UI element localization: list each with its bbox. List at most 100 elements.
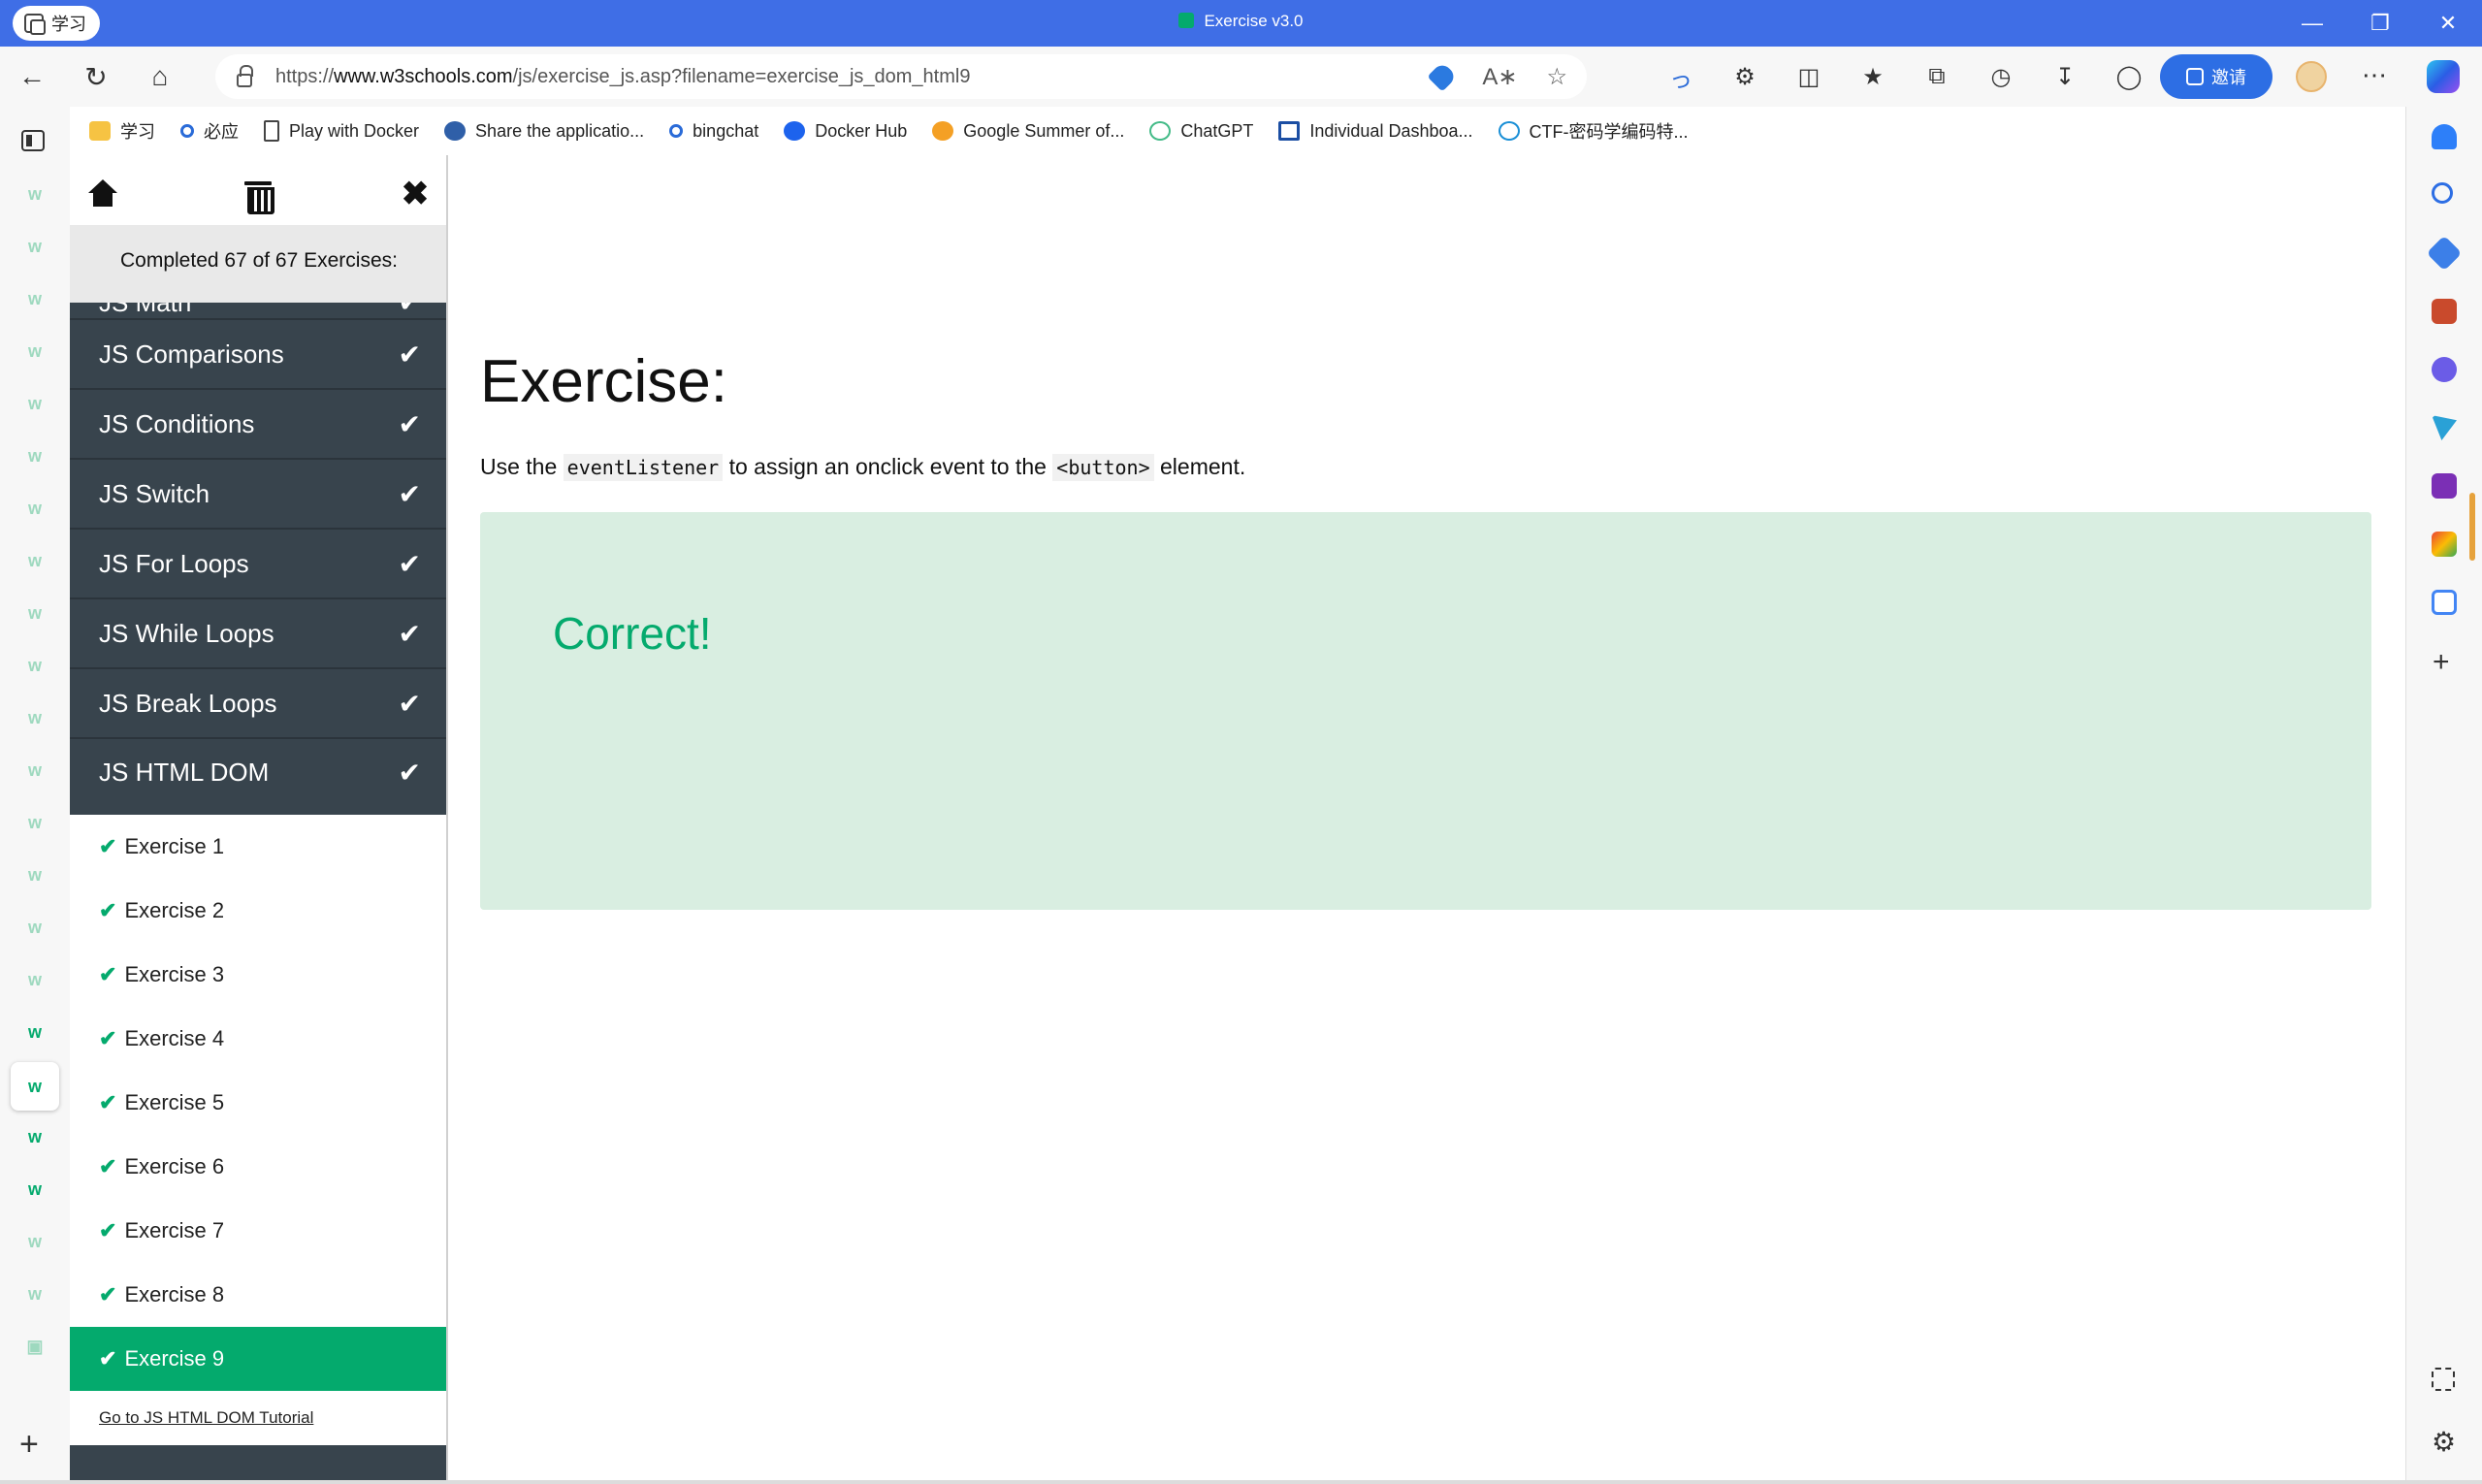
- w3schools-tab-icon[interactable]: w: [17, 1119, 52, 1154]
- w3schools-tab-icon[interactable]: w: [17, 229, 52, 264]
- w3schools-tab-icon[interactable]: w: [17, 1276, 52, 1311]
- home-button[interactable]: [83, 175, 122, 213]
- w3schools-tab-icon[interactable]: w: [17, 962, 52, 997]
- w3schools-tab-icon[interactable]: w: [17, 281, 52, 316]
- bookmark-item[interactable]: bingchat: [669, 121, 758, 142]
- w3schools-tab-icon[interactable]: w: [17, 491, 52, 526]
- w3schools-tab-icon[interactable]: w: [17, 596, 52, 630]
- blank-tab-icon[interactable]: ▣: [17, 1329, 52, 1364]
- exercise-item[interactable]: ✔ Exercise 3: [70, 943, 446, 1007]
- split-screen-icon[interactable]: ◫: [1777, 63, 1841, 91]
- w3schools-tab-icon[interactable]: w: [17, 543, 52, 578]
- bookmark-item[interactable]: 必应: [180, 118, 239, 144]
- tab-actions-icon[interactable]: [21, 130, 45, 151]
- calendar-icon[interactable]: [2432, 590, 2457, 615]
- checkmark-icon: ✔: [398, 618, 421, 649]
- downloads-icon[interactable]: ↧: [2033, 63, 2097, 91]
- checkmark-icon: ✔: [398, 688, 421, 719]
- onenote-icon[interactable]: [2432, 473, 2457, 499]
- feedback-icon[interactable]: ◯: [2097, 63, 2161, 91]
- topic-item-current[interactable]: JS HTML DOM ✔: [70, 737, 446, 805]
- bookmark-item[interactable]: Play with Docker: [264, 120, 419, 142]
- screenshot-icon[interactable]: [2432, 1368, 2455, 1391]
- checkmark-icon: ✔: [398, 757, 421, 788]
- home-nav-icon[interactable]: ⌂: [128, 47, 192, 107]
- read-aloud-icon[interactable]: A∗: [1482, 63, 1517, 91]
- tutorial-link[interactable]: Go to JS HTML DOM Tutorial: [70, 1391, 446, 1445]
- w3schools-tab-icon[interactable]: w: [17, 438, 52, 473]
- collections-icon[interactable]: ⧉: [1905, 63, 1969, 90]
- result-message: Correct!: [553, 608, 712, 659]
- w3schools-tab-icon[interactable]: w: [17, 648, 52, 683]
- send-icon[interactable]: [2432, 415, 2457, 440]
- exercise-item[interactable]: ✔ Exercise 7: [70, 1199, 446, 1263]
- bookmark-item[interactable]: Google Summer of...: [932, 121, 1124, 142]
- scrollbar-thumb[interactable]: [2469, 493, 2475, 561]
- topic-item[interactable]: JS While Loops ✔: [70, 597, 446, 667]
- w3schools-tab-icon[interactable]: w: [17, 386, 52, 421]
- back-icon[interactable]: ←: [0, 47, 64, 107]
- topic-item[interactable]: JS Comparisons ✔: [70, 318, 446, 388]
- exercise-item[interactable]: ✔ Exercise 8: [70, 1263, 446, 1327]
- address-bar-actions: A∗ ☆: [1427, 54, 1567, 99]
- w3schools-active-tab-icon[interactable]: w: [11, 1062, 59, 1111]
- w3schools-tab-icon[interactable]: w: [17, 700, 52, 735]
- shopping-tag-icon[interactable]: [1427, 61, 1458, 92]
- bookmark-item[interactable]: ChatGPT: [1149, 121, 1253, 142]
- search-sidebar-icon[interactable]: [2432, 182, 2453, 204]
- lock-icon[interactable]: [237, 65, 253, 87]
- translate-icon[interactable]: っ: [1649, 60, 1713, 94]
- topic-item[interactable]: JS Switch ✔: [70, 458, 446, 528]
- user-avatar[interactable]: [2296, 61, 2327, 92]
- w3schools-tab-icon[interactable]: w: [17, 857, 52, 892]
- url-text[interactable]: https://www.w3schools.com/js/exercise_js…: [275, 66, 970, 88]
- bookmark-item[interactable]: Individual Dashboa...: [1278, 121, 1473, 142]
- address-bar[interactable]: https://www.w3schools.com/js/exercise_js…: [215, 54, 1587, 99]
- invite-button[interactable]: 邀请: [2160, 54, 2272, 99]
- page-title: Exercise:: [480, 348, 727, 415]
- w3schools-tab-icon[interactable]: w: [17, 177, 52, 211]
- exercise-item-selected[interactable]: ✔ Exercise 9: [70, 1327, 446, 1391]
- topic-item[interactable]: JS For Loops ✔: [70, 528, 446, 597]
- exercise-item[interactable]: ✔ Exercise 2: [70, 879, 446, 943]
- w3schools-tab-icon[interactable]: w: [17, 910, 52, 945]
- shopping-icon[interactable]: [2426, 235, 2463, 272]
- close-window-icon[interactable]: ✕: [2414, 0, 2482, 47]
- bookmark-item[interactable]: Share the applicatio...: [444, 121, 644, 142]
- add-sidebar-app-icon[interactable]: +: [2433, 646, 2450, 679]
- games-icon[interactable]: [2432, 357, 2457, 382]
- copilot-icon[interactable]: [2427, 60, 2460, 93]
- bookmark-item[interactable]: CTF-密码学编码特...: [1498, 118, 1689, 144]
- w3schools-tab-icon[interactable]: w: [17, 1172, 52, 1207]
- w3schools-tab-icon[interactable]: w: [17, 753, 52, 788]
- restore-icon[interactable]: ❐: [2346, 0, 2414, 47]
- w3schools-tab-icon[interactable]: w: [17, 334, 52, 369]
- w3schools-tab-icon[interactable]: w: [17, 1224, 52, 1259]
- notifications-icon[interactable]: [2432, 124, 2457, 149]
- extensions-icon[interactable]: ⚙: [1713, 63, 1777, 91]
- w3schools-tab-icon[interactable]: w: [17, 1015, 52, 1049]
- w3schools-tab-icon[interactable]: w: [17, 805, 52, 840]
- bookmark-item[interactable]: Docker Hub: [784, 121, 907, 142]
- reset-button[interactable]: [239, 175, 277, 214]
- close-panel-button[interactable]: ✖: [396, 175, 435, 213]
- favorites-icon[interactable]: ★: [1841, 63, 1905, 91]
- settings-gear-icon[interactable]: ⚙: [2432, 1426, 2456, 1458]
- history-icon[interactable]: ◷: [1969, 63, 2033, 91]
- trash-icon: [244, 179, 274, 214]
- favorite-star-icon[interactable]: ☆: [1546, 63, 1567, 91]
- search-icon: [180, 124, 194, 138]
- exercise-item[interactable]: ✔ Exercise 6: [70, 1135, 446, 1199]
- exercise-item[interactable]: ✔ Exercise 1: [70, 815, 446, 879]
- refresh-icon[interactable]: ↻: [64, 47, 128, 107]
- gmail-icon[interactable]: [2432, 532, 2457, 557]
- exercise-item[interactable]: ✔ Exercise 4: [70, 1007, 446, 1071]
- new-tab-icon[interactable]: +: [19, 1426, 39, 1464]
- more-options-icon[interactable]: ⋯: [2357, 60, 2392, 90]
- topic-item[interactable]: JS Conditions ✔: [70, 388, 446, 458]
- tools-icon[interactable]: [2432, 299, 2457, 324]
- topic-item[interactable]: JS Break Loops ✔: [70, 667, 446, 737]
- bookmark-item[interactable]: 学习: [89, 118, 155, 144]
- exercise-item[interactable]: ✔ Exercise 5: [70, 1071, 446, 1135]
- minimize-icon[interactable]: —: [2278, 0, 2346, 47]
